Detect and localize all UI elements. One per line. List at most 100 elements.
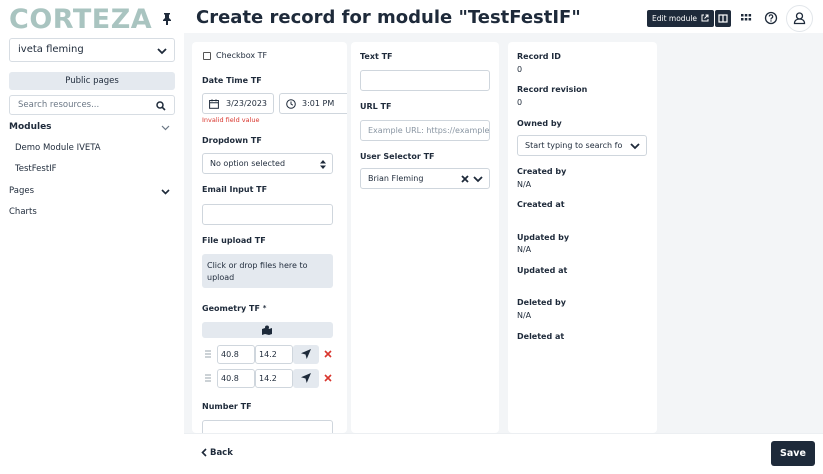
pages-heading[interactable]: Pages: [9, 186, 34, 196]
record-meta-panel: Record ID 0 Record revision 0 Owned by S…: [508, 42, 657, 433]
datetime-error: Invalid field value: [202, 116, 260, 124]
modules-heading[interactable]: Modules: [9, 122, 52, 132]
remove-point-icon[interactable]: [324, 350, 332, 358]
record-revision-label: Record revision: [517, 85, 588, 94]
created-at-label: Created at: [517, 200, 565, 209]
edit-module-label: Edit module: [652, 14, 698, 23]
longitude-input[interactable]: 14.2: [255, 369, 293, 388]
open-map-button[interactable]: [202, 322, 333, 338]
email-label: Email Input TF: [202, 185, 268, 194]
external-link-icon: [701, 14, 709, 22]
sidebar-item-testfestif[interactable]: TestFestIF: [15, 164, 57, 174]
date-value: 3/23/2023: [226, 99, 268, 108]
fields-panel-2: Text TF URL TF Example URL: https://exam…: [351, 42, 499, 433]
latitude-value: 40.8: [221, 374, 239, 383]
namespace-select[interactable]: iveta fleming: [9, 38, 175, 62]
sort-caret-icon: [320, 160, 326, 169]
longitude-value: 14.2: [259, 350, 277, 359]
deleted-by-label: Deleted by: [517, 298, 566, 307]
locate-button[interactable]: [293, 369, 319, 388]
geometry-label-text: Geometry TF: [202, 304, 260, 313]
corteza-logo[interactable]: CORTEZA: [9, 4, 152, 35]
search-icon[interactable]: [156, 101, 166, 111]
namespace-select-value: iveta fleming: [18, 44, 84, 55]
chevron-down-icon[interactable]: [161, 123, 170, 132]
required-marker: *: [262, 304, 267, 312]
chevron-down-icon: [157, 46, 167, 56]
back-label: Back: [209, 448, 233, 458]
sidebar-item-demo-module[interactable]: Demo Module IVETA: [15, 143, 101, 153]
dropdown-select[interactable]: No option selected: [202, 153, 333, 174]
latitude-input[interactable]: 40.8: [217, 369, 255, 388]
longitude-value: 14.2: [259, 374, 277, 383]
sidebar: CORTEZA iveta fleming Public pages Searc…: [0, 0, 184, 474]
pin-icon[interactable]: [162, 13, 172, 25]
remove-point-icon[interactable]: [324, 374, 332, 382]
chevron-down-icon[interactable]: [473, 175, 483, 183]
time-input[interactable]: 3:01 PM: [279, 93, 347, 114]
drag-handle-icon[interactable]: [205, 350, 211, 358]
record-id-value: 0: [517, 65, 523, 74]
save-button[interactable]: Save: [771, 441, 815, 466]
latitude-value: 40.8: [221, 350, 239, 359]
time-value: 3:01 PM: [302, 99, 335, 108]
clear-icon[interactable]: [461, 175, 469, 183]
chevron-down-icon: [630, 142, 640, 150]
file-dropzone[interactable]: Click or drop files here to upload: [202, 254, 333, 288]
user-avatar[interactable]: [786, 5, 813, 32]
dropdown-label: Dropdown TF: [202, 136, 262, 145]
chevron-left-icon: [201, 448, 207, 457]
owned-by-select[interactable]: Start typing to search for users: [517, 135, 647, 156]
latitude-input[interactable]: 40.8: [217, 345, 255, 364]
url-placeholder: Example URL: https://example.com: [368, 126, 490, 135]
charts-heading[interactable]: Charts: [9, 207, 37, 217]
number-input[interactable]: [202, 420, 333, 433]
checkbox-label: Checkbox TF: [216, 51, 268, 60]
updated-by-value: N/A: [517, 245, 532, 254]
checkbox-tf[interactable]: [203, 52, 211, 60]
map-icon: [262, 325, 272, 335]
layout-button[interactable]: [715, 10, 731, 27]
footer-bar: Back Save: [184, 433, 823, 474]
email-input[interactable]: [202, 204, 333, 225]
user-selector-label: User Selector TF: [360, 152, 435, 161]
deleted-by-value: N/A: [517, 311, 532, 320]
owned-by-placeholder: Start typing to search for users: [525, 141, 623, 150]
user-selector-value: Brian Fleming: [368, 174, 424, 183]
text-input[interactable]: [360, 70, 490, 91]
locate-button[interactable]: [293, 345, 319, 364]
number-label: Number TF: [202, 402, 252, 411]
dropdown-value: No option selected: [210, 159, 286, 168]
location-arrow-icon: [301, 349, 311, 359]
back-button[interactable]: Back: [201, 448, 233, 458]
file-upload-label: File upload TF: [202, 236, 266, 245]
updated-by-label: Updated by: [517, 233, 570, 242]
datetime-label: Date Time TF: [202, 76, 262, 85]
owned-by-label: Owned by: [517, 119, 562, 128]
location-arrow-icon: [301, 373, 311, 383]
apps-grid-icon[interactable]: [739, 11, 753, 25]
url-label: URL TF: [360, 102, 392, 111]
fields-panel-1: Checkbox TF Date Time TF 3/23/2023 3:01 …: [192, 42, 347, 433]
url-input[interactable]: Example URL: https://example.com: [360, 120, 490, 141]
date-input[interactable]: 3/23/2023: [202, 93, 274, 114]
deleted-at-label: Deleted at: [517, 332, 565, 341]
text-label: Text TF: [360, 52, 393, 61]
clock-icon: [286, 99, 296, 109]
edit-module-button[interactable]: Edit module: [647, 10, 714, 27]
user-selector[interactable]: Brian Fleming: [360, 168, 490, 189]
updated-at-label: Updated at: [517, 266, 568, 275]
longitude-input[interactable]: 14.2: [255, 345, 293, 364]
created-by-value: N/A: [517, 180, 532, 189]
search-placeholder: Search resources...: [18, 100, 100, 110]
created-by-label: Created by: [517, 167, 567, 176]
public-pages-button[interactable]: Public pages: [9, 72, 175, 90]
search-input[interactable]: Search resources...: [9, 95, 175, 115]
record-id-label: Record ID: [517, 52, 561, 61]
drag-handle-icon[interactable]: [205, 374, 211, 382]
help-icon[interactable]: [764, 11, 778, 25]
page-title: Create record for module "TestFestIF": [196, 7, 581, 28]
calendar-icon: [209, 99, 219, 109]
chevron-down-icon[interactable]: [161, 187, 170, 196]
content-area: Checkbox TF Date Time TF 3/23/2023 3:01 …: [184, 33, 823, 433]
